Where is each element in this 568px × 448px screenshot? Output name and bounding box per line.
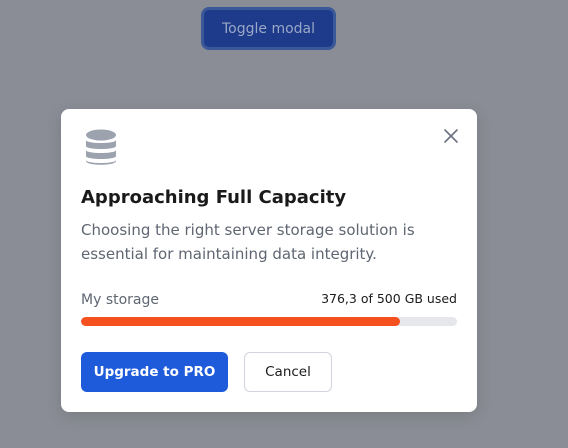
storage-usage-text: 376,3 of 500 GB used (321, 291, 457, 306)
close-icon (444, 128, 458, 147)
storage-label: My storage (81, 292, 159, 308)
modal-title: Approaching Full Capacity (81, 187, 347, 208)
storage-progress-bar (81, 317, 457, 326)
upgrade-button[interactable]: Upgrade to PRO (81, 352, 228, 392)
toggle-modal-button[interactable]: Toggle modal (201, 7, 336, 50)
storage-progress-fill (81, 317, 401, 326)
cancel-button[interactable]: Cancel (244, 352, 332, 392)
close-button[interactable] (441, 127, 461, 147)
storage-modal: Approaching Full Capacity Choosing the r… (61, 109, 477, 412)
modal-description: Choosing the right server storage soluti… (81, 221, 415, 263)
database-icon (83, 129, 119, 167)
